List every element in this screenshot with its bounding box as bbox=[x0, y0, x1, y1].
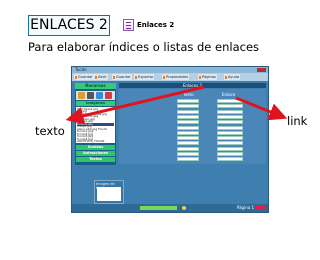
sidebar-toolbar bbox=[76, 91, 115, 100]
window-controls[interactable] bbox=[257, 68, 266, 72]
main-panel-title: Enlaces 2 bbox=[119, 83, 266, 88]
enlace-field[interactable] bbox=[217, 136, 243, 141]
resource-list: 01_Hojas1.jpg TG.jpg _DSC0477 hojas.jpg … bbox=[76, 107, 115, 143]
toolbar-button-1[interactable]: Guardar bbox=[74, 74, 94, 80]
sidebar-section-texts[interactable]: Textos bbox=[76, 157, 115, 162]
slide-description: Para elaborar índices o listas de enlace… bbox=[28, 40, 260, 54]
texto-field[interactable] bbox=[177, 109, 199, 114]
texto-field[interactable] bbox=[177, 120, 199, 125]
slide-title: ENLACES 2 bbox=[28, 15, 110, 36]
sidebar-section-images[interactable]: Imágenes bbox=[76, 101, 115, 106]
texto-field[interactable] bbox=[177, 157, 199, 162]
enlace-field[interactable] bbox=[217, 104, 243, 109]
enlace-field[interactable] bbox=[217, 152, 243, 156]
links-editor: Texto Enlace bbox=[119, 89, 266, 164]
texto-field[interactable] bbox=[177, 114, 199, 119]
toolbar: Guardar Abrir Guardar Exportar Propiedad… bbox=[72, 73, 268, 81]
enlace-field[interactable] bbox=[217, 130, 243, 135]
page-nav-buttons[interactable] bbox=[256, 206, 266, 210]
list-icon bbox=[123, 19, 134, 31]
toolbar-button-3[interactable]: Guardar bbox=[112, 74, 132, 80]
zoom-slider[interactable] bbox=[140, 206, 177, 210]
toolbar-button-5[interactable]: Propiedades bbox=[162, 74, 190, 80]
callout-label-texto: texto bbox=[35, 124, 65, 138]
enlace-field[interactable] bbox=[217, 141, 243, 146]
tool-label: Enlaces 2 bbox=[137, 21, 175, 29]
enlace-field[interactable] bbox=[217, 125, 243, 130]
enlace-field[interactable] bbox=[217, 146, 243, 151]
add-icon[interactable] bbox=[96, 92, 103, 99]
sidebar-header: Recursos bbox=[75, 83, 116, 89]
toolbar-button-6[interactable]: Páginas bbox=[198, 74, 217, 80]
enlace-field[interactable] bbox=[217, 109, 243, 114]
texto-field[interactable] bbox=[177, 125, 199, 130]
texto-field[interactable] bbox=[177, 130, 199, 135]
texto-field[interactable] bbox=[177, 146, 199, 151]
texto-field[interactable] bbox=[177, 141, 199, 146]
sidebar-section-sounds[interactable]: Sonidos bbox=[76, 145, 115, 150]
texto-field[interactable] bbox=[177, 152, 199, 156]
toolbar-button-7[interactable]: Ayuda bbox=[224, 74, 241, 80]
app-window-title: Tucán bbox=[75, 67, 87, 72]
resources-sidebar: Recursos Imágenes 01_Hojas1.jpg TG.jpg _… bbox=[75, 83, 116, 165]
delete-icon[interactable] bbox=[105, 92, 112, 99]
sidebar-section-animations[interactable]: Animaciones bbox=[76, 151, 115, 156]
background-image-panel: Imagen de fondo bbox=[94, 180, 124, 204]
background-image-preview[interactable] bbox=[97, 187, 121, 201]
enlace-field[interactable] bbox=[217, 157, 243, 162]
column-header-enlace: Enlace bbox=[222, 92, 236, 97]
app-window: Tucán Guardar Abrir Guardar Exportar Pro… bbox=[71, 66, 269, 213]
status-bar: Página 1 bbox=[72, 204, 268, 212]
scissors-icon[interactable] bbox=[87, 92, 94, 99]
toolbar-button-4[interactable]: Exportar bbox=[134, 74, 155, 80]
callout-label-link: link bbox=[287, 114, 308, 128]
texto-field[interactable] bbox=[177, 99, 199, 103]
page-indicator: Página 1 bbox=[236, 205, 254, 210]
enlace-field[interactable] bbox=[217, 114, 243, 119]
texto-field[interactable] bbox=[177, 104, 199, 109]
enlace-field[interactable] bbox=[217, 99, 243, 103]
folder-icon[interactable] bbox=[78, 92, 85, 99]
status-indicator-icon bbox=[182, 206, 186, 210]
list-item[interactable]: ARCHIVOS_TUCÁN bbox=[77, 140, 114, 143]
enlace-field[interactable] bbox=[217, 120, 243, 125]
toolbar-button-2[interactable]: Abrir bbox=[94, 74, 108, 80]
texto-field[interactable] bbox=[177, 136, 199, 141]
column-header-texto: Texto bbox=[183, 92, 194, 97]
